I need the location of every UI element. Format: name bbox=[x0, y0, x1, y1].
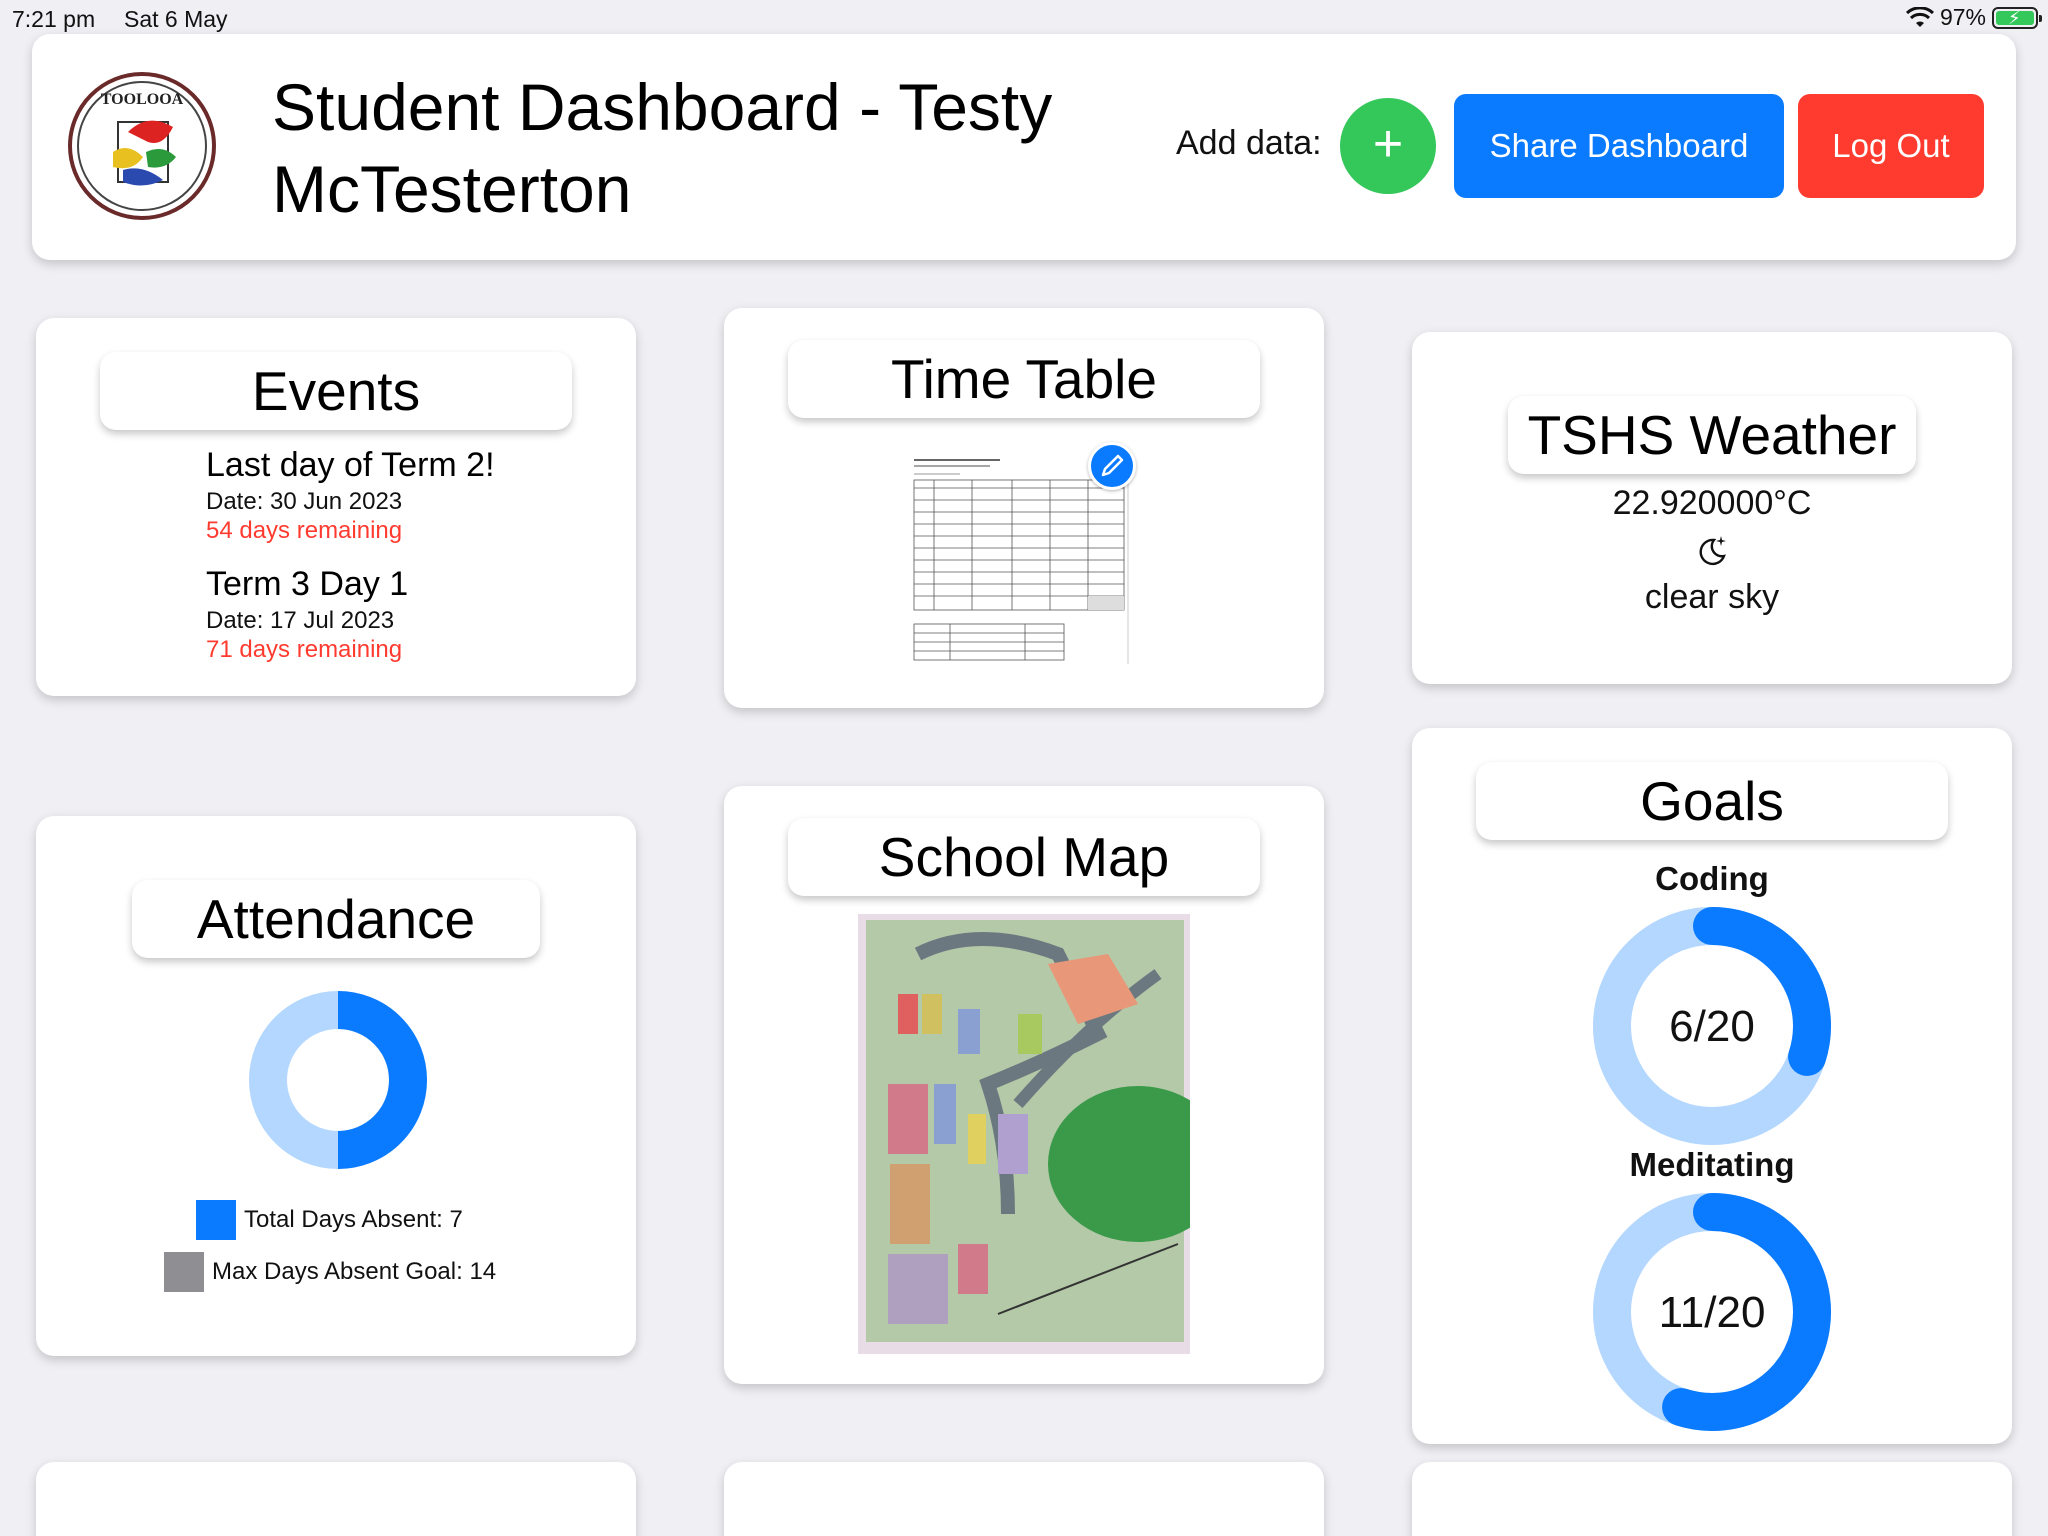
school-map-title: School Map bbox=[788, 818, 1260, 896]
goals-title: Goals bbox=[1476, 762, 1948, 840]
school-map-card[interactable]: School Map bbox=[724, 786, 1324, 1384]
legend-swatch-goal bbox=[164, 1252, 204, 1292]
timetable-card[interactable]: Time Table bbox=[724, 308, 1324, 708]
goal-meditating-ring: 11/20 bbox=[1593, 1193, 1831, 1431]
bottom-card-left[interactable] bbox=[36, 1462, 636, 1536]
event-remaining: 71 days remaining bbox=[206, 636, 403, 663]
weather-description: clear sky bbox=[1644, 578, 1780, 616]
events-card[interactable]: Events Last day of Term 2! Date: 30 Jun … bbox=[36, 318, 636, 696]
event-date: Date: 17 Jul 2023 bbox=[206, 607, 395, 634]
attendance-donut-chart bbox=[249, 991, 427, 1169]
edit-timetable-button[interactable] bbox=[1088, 442, 1136, 490]
goal-value: 6/20 bbox=[1669, 1002, 1755, 1051]
attendance-slice-absent bbox=[337, 991, 427, 1169]
svg-text:TOOLOOA: TOOLOOA bbox=[101, 91, 184, 108]
event-name: Last day of Term 2! bbox=[206, 446, 495, 484]
add-data-button[interactable]: + bbox=[1340, 98, 1436, 194]
bottom-card-middle[interactable] bbox=[724, 1462, 1324, 1536]
moon-stars-icon bbox=[1699, 536, 1726, 566]
legend-absent-label: Total Days Absent: 7 bbox=[244, 1206, 463, 1233]
add-data-label: Add data: bbox=[1176, 124, 1322, 162]
event-date: Date: 30 Jun 2023 bbox=[206, 488, 403, 515]
event-name: Term 3 Day 1 bbox=[206, 565, 409, 603]
status-bar: 7:21 pm Sat 6 May 97% ⚡ bbox=[0, 0, 2048, 36]
bottom-card-right[interactable] bbox=[1412, 1462, 2012, 1536]
header-bar: TOOLOOA Student Dashboard - Testy McTest… bbox=[32, 34, 2016, 260]
pencil-icon bbox=[1101, 454, 1124, 477]
goal-name: Meditating bbox=[1629, 1146, 1795, 1183]
battery-icon: ⚡ bbox=[1992, 6, 2042, 29]
event-remaining: 54 days remaining bbox=[206, 517, 403, 544]
battery-percent: 97% bbox=[1939, 4, 1986, 30]
share-dashboard-button[interactable]: Share Dashboard bbox=[1454, 94, 1784, 198]
attendance-title: Attendance bbox=[132, 880, 540, 958]
school-map-image[interactable] bbox=[858, 914, 1190, 1354]
school-logo: TOOLOOA bbox=[68, 72, 216, 220]
page-title: Student Dashboard - Testy McTesterton bbox=[272, 70, 1053, 226]
status-right: 97% ⚡ bbox=[1905, 4, 2042, 31]
legend-absent: Total Days Absent: 7 bbox=[196, 1200, 463, 1240]
goal-coding-ring: 6/20 bbox=[1593, 907, 1831, 1145]
status-date: Sat 6 May bbox=[124, 6, 228, 32]
weather-card[interactable]: TSHS Weather 22.920000°C clear sky bbox=[1412, 332, 2012, 684]
goal-value: 11/20 bbox=[1659, 1288, 1766, 1337]
weather-title: TSHS Weather bbox=[1508, 396, 1916, 474]
goals-card[interactable]: Goals Coding 6/20 Meditating 11/20 bbox=[1412, 728, 2012, 1444]
plus-icon: + bbox=[1372, 115, 1404, 173]
wifi-icon bbox=[1905, 6, 1934, 27]
legend-goal-label: Max Days Absent Goal: 14 bbox=[212, 1258, 497, 1285]
legend-goal: Max Days Absent Goal: 14 bbox=[164, 1252, 496, 1292]
status-time: 7:21 pm bbox=[12, 6, 96, 32]
timetable-title: Time Table bbox=[788, 340, 1260, 418]
weather-temperature: 22.920000°C bbox=[1612, 484, 1812, 522]
goal-name: Coding bbox=[1655, 860, 1769, 897]
log-out-button[interactable]: Log Out bbox=[1798, 94, 1984, 198]
events-title: Events bbox=[100, 352, 572, 430]
attendance-card[interactable]: Attendance Total Days Absent: 7 Max Days… bbox=[36, 816, 636, 1356]
legend-swatch-absent bbox=[196, 1200, 236, 1240]
